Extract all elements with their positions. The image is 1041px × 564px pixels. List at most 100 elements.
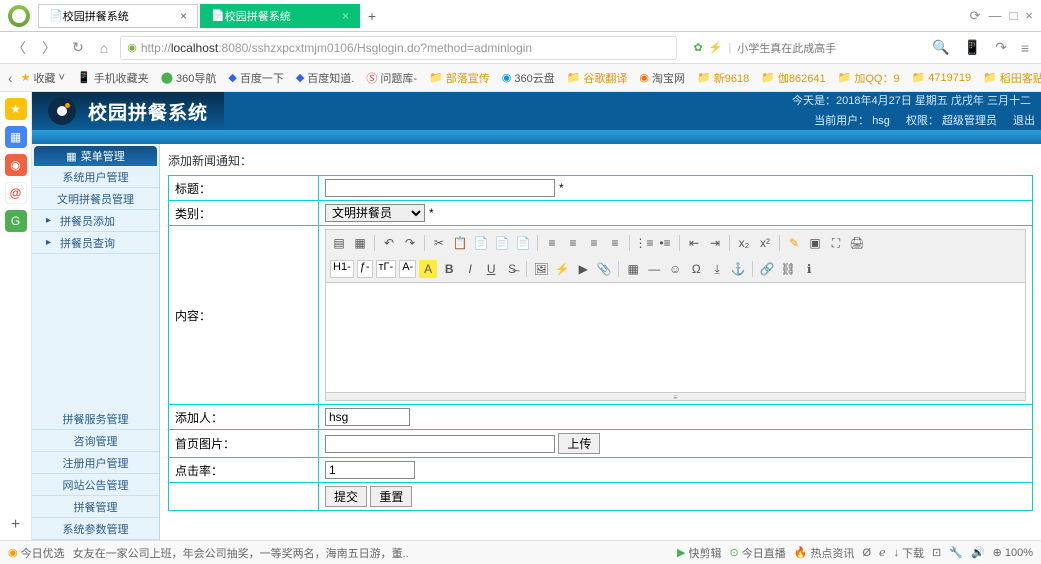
align-justify-icon[interactable]: ≡ [606, 234, 624, 252]
bookmark-folder[interactable]: 📁4719719 [908, 69, 976, 86]
bookmark-item[interactable]: ⬤360导航 [157, 68, 221, 88]
fontfamily-select[interactable]: ƒ- [357, 260, 373, 278]
favorites-button[interactable]: ★收藏 ˅ [17, 68, 69, 88]
search-icon[interactable]: 🔍 [928, 37, 953, 58]
editor-resize-handle[interactable]: ≡ [325, 393, 1026, 401]
sub-icon[interactable]: x₂ [735, 234, 753, 252]
align-center-icon[interactable]: ≡ [564, 234, 582, 252]
cut-icon[interactable]: ✂ [430, 234, 448, 252]
char-icon[interactable]: Ω [687, 260, 705, 278]
table-icon[interactable]: ▦ [624, 260, 642, 278]
pagebreak-icon[interactable]: ⤓ [708, 260, 726, 278]
image-input[interactable] [325, 435, 555, 453]
headlines-ticker[interactable]: 女友在一家公司上班，年会公司抽奖，一等奖两名，海南五日游，董.. [73, 545, 669, 561]
bookmark-item[interactable]: 📱手机收藏夹 [73, 68, 153, 88]
wrench-icon[interactable]: 🔧 [949, 546, 963, 559]
bookmark-folder[interactable]: 📁伽862641 [757, 68, 829, 88]
upload-button[interactable]: 上传 [558, 433, 600, 454]
bookmark-folder[interactable]: 📁谷歌翻译 [563, 68, 632, 88]
hot-news[interactable]: 🔥热点资讯 [794, 545, 855, 561]
unlink-icon[interactable]: ⛓ [779, 260, 797, 278]
hr-icon[interactable]: — [645, 260, 663, 278]
dock-app[interactable]: ▦ [5, 126, 27, 148]
add-bookmark-icon[interactable]: ‹ [8, 70, 13, 86]
quick-edit[interactable]: ▶快剪辑 [677, 545, 721, 561]
browser-tab-2[interactable]: 📄 校园拼餐系统 × [200, 4, 360, 28]
pip-icon[interactable]: ⊡ [932, 546, 941, 559]
sidebar-item-add-staff[interactable]: 拼餐员添加 [32, 210, 159, 232]
restore-icon[interactable]: ⟳ [970, 8, 981, 24]
bookmark-item[interactable]: Ⓢ问题库- [362, 68, 421, 88]
download-link[interactable]: ↓下载 [894, 545, 925, 561]
logout-link[interactable]: 退出 [1013, 112, 1035, 128]
sidebar-item-staff[interactable]: 文明拼餐员管理 [32, 188, 159, 210]
bold-icon[interactable]: B [440, 260, 458, 278]
sup-icon[interactable]: x² [756, 234, 774, 252]
source-icon[interactable]: ▤ [330, 234, 348, 252]
about-icon[interactable]: ℹ [800, 260, 818, 278]
today-picks[interactable]: ◉今日优选 [8, 545, 65, 561]
today-live[interactable]: ⊙今日直播 [730, 545, 786, 561]
submit-button[interactable]: 提交 [325, 486, 367, 507]
list-ul-icon[interactable]: •≡ [656, 234, 674, 252]
clicks-input[interactable] [325, 461, 415, 479]
close-icon[interactable]: × [342, 9, 349, 23]
sidebar-item-consult[interactable]: 咨询管理 [32, 430, 159, 452]
list-ol-icon[interactable]: ⋮≡ [635, 234, 653, 252]
redo-icon[interactable]: ↷ [401, 234, 419, 252]
file-icon[interactable]: 📎 [595, 260, 613, 278]
anchor-icon[interactable]: ⚓ [729, 260, 747, 278]
undo-icon[interactable]: ↶ [380, 234, 398, 252]
fullscreen-icon[interactable]: ⛶ [827, 234, 845, 252]
reload-icon[interactable]: ↻ [68, 37, 88, 58]
reset-button[interactable]: 重置 [370, 486, 412, 507]
indent-icon[interactable]: ⇥ [706, 234, 724, 252]
adder-input[interactable] [325, 408, 410, 426]
forward-icon[interactable]: 〉 [38, 36, 60, 60]
bookmark-folder[interactable]: 📁稻田客贴 ˅ [979, 68, 1041, 88]
title-input[interactable] [325, 179, 555, 197]
sidebar-item-query-staff[interactable]: 拼餐员查询 [32, 232, 159, 254]
highlight-icon[interactable]: A [419, 260, 437, 278]
preview-icon[interactable]: ▦ [351, 234, 369, 252]
link-icon[interactable]: 🔗 [758, 260, 776, 278]
close-window-icon[interactable]: × [1025, 8, 1033, 24]
bookmark-item[interactable]: ◆百度一下 [224, 68, 287, 88]
align-left-icon[interactable]: ≡ [543, 234, 561, 252]
ext-icon[interactable]: ✿ [693, 41, 702, 54]
menu-icon[interactable]: ≡ [1017, 38, 1033, 58]
align-right-icon[interactable]: ≡ [585, 234, 603, 252]
new-tab-button[interactable]: + [362, 8, 382, 24]
user-avatar[interactable] [8, 5, 30, 27]
paste-icon[interactable]: 📄 [472, 234, 490, 252]
flash-icon[interactable]: ⚡ [553, 260, 571, 278]
sidebar-item-params[interactable]: 系统参数管理 [32, 518, 159, 540]
bookmark-folder[interactable]: 📁新9618 [693, 68, 753, 88]
sidebar-item-announce[interactable]: 网站公告管理 [32, 474, 159, 496]
editor-textarea[interactable] [325, 283, 1026, 393]
italic-icon[interactable]: I [461, 260, 479, 278]
type-select[interactable]: 文明拼餐员 [325, 204, 425, 222]
ext-icon[interactable]: ⚡ [709, 41, 723, 54]
bookmark-folder[interactable]: 📁部落宣传 [425, 68, 494, 88]
bookmark-item[interactable]: ◆百度知道. [292, 68, 359, 88]
heading-select[interactable]: H1- [330, 260, 354, 278]
copy-icon[interactable]: 📋 [451, 234, 469, 252]
dock-add[interactable]: + [11, 516, 20, 534]
address-bar[interactable]: ◉ http://localhost:8080/sshzxpcxtmjm0106… [120, 36, 677, 60]
block-icon[interactable]: Ø [862, 547, 871, 559]
media-icon[interactable]: ▶ [574, 260, 592, 278]
paste-text-icon[interactable]: 📄 [493, 234, 511, 252]
sidebar-item-meal[interactable]: 拼餐管理 [32, 496, 159, 518]
print-icon[interactable]: 🖨 [848, 234, 866, 252]
refresh-icon[interactable]: ↷ [991, 37, 1011, 58]
dock-app-2[interactable]: G [5, 210, 27, 232]
outdent-icon[interactable]: ⇤ [685, 234, 703, 252]
paste-word-icon[interactable]: 📄 [514, 234, 532, 252]
selectall-icon[interactable]: ▣ [806, 234, 824, 252]
device-icon[interactable]: 📱 [960, 37, 985, 58]
emoji-icon[interactable]: ☺ [666, 260, 684, 278]
fontsize-select[interactable]: тГ- [376, 260, 397, 278]
color-select[interactable]: A- [399, 260, 416, 278]
strike-icon[interactable]: S̶ [503, 260, 521, 278]
